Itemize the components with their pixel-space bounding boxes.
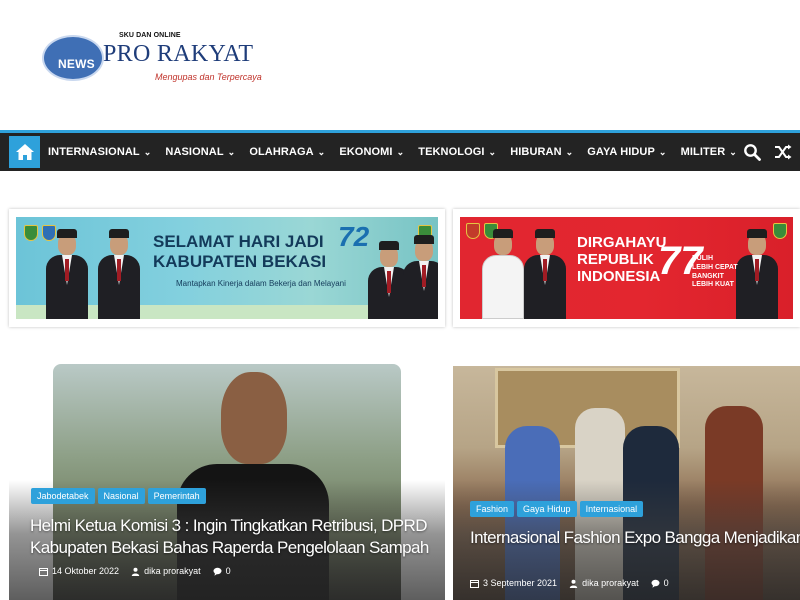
category-tag[interactable]: Nasional [97, 488, 145, 504]
category-tag[interactable]: Jabodetabek [31, 488, 95, 504]
article-author[interactable]: dika prorakyat [569, 578, 639, 588]
nav-item-gaya-hidup[interactable]: GAYA HIDUP ⌄ [587, 146, 666, 158]
nav-item-internasional[interactable]: INTERNASIONAL ⌄ [48, 146, 151, 158]
chevron-down-icon: ⌄ [143, 146, 152, 157]
emblem-icon [466, 223, 480, 239]
chevron-down-icon: ⌄ [317, 146, 326, 157]
category-tag[interactable]: Internasional [579, 501, 644, 517]
article-date[interactable]: 14 Oktober 2022 [39, 566, 119, 576]
category-tags: Fashion Gaya Hidup Internasional [470, 501, 646, 517]
banner-title: SELAMAT HARI JADI KABUPATEN BEKASI [153, 232, 326, 272]
nav-item-olahraga[interactable]: OLAHRAGA ⌄ [249, 146, 325, 158]
home-button[interactable] [9, 136, 40, 168]
logo-badge: NEWS [42, 35, 104, 81]
search-icon [744, 144, 761, 161]
article-author-name: dika prorakyat [144, 566, 201, 576]
chevron-down-icon: ⌄ [565, 146, 574, 157]
chevron-down-icon: ⌄ [729, 146, 737, 157]
logo-pretitle: SKU DAN ONLINE [119, 32, 181, 39]
logo-badge-text: NEWS [58, 57, 95, 71]
user-icon [569, 579, 578, 588]
calendar-icon [39, 567, 48, 576]
chevron-down-icon: ⌄ [658, 146, 667, 157]
category-tags: Jabodetabek Nasional Pemerintah [31, 488, 209, 504]
featured-article-card[interactable]: Jabodetabek Nasional Pemerintah Helmi Ke… [9, 364, 445, 600]
category-tag[interactable]: Gaya Hidup [517, 501, 577, 517]
banner-ad-hari-jadi[interactable]: SELAMAT HARI JADI KABUPATEN BEKASI 72 Ma… [9, 209, 445, 327]
nav-item-label: INTERNASIONAL [48, 146, 140, 158]
banner-title-line: INDONESIA [577, 268, 661, 285]
official-portrait [522, 229, 568, 319]
official-portrait [96, 229, 142, 319]
nav-item-label: EKONOMI [339, 146, 393, 158]
nav-item-label: TEKNOLOGI [418, 146, 485, 158]
banner-title-line: KABUPATEN BEKASI [153, 252, 327, 271]
nav-item-label: NASIONAL [165, 146, 224, 158]
official-portrait [44, 229, 90, 319]
logo-name: PRO RAKYAT [103, 41, 254, 67]
category-tag[interactable]: Fashion [470, 501, 515, 517]
site-logo[interactable]: NEWS SKU DAN ONLINE PRO RAKYAT Mengupas … [42, 32, 262, 88]
site-header: NEWS SKU DAN ONLINE PRO RAKYAT Mengupas … [0, 0, 800, 130]
logo-tagline: Mengupas dan Terpercaya [155, 72, 262, 82]
article-date[interactable]: 3 September 2021 [470, 578, 557, 588]
featured-article-card[interactable]: Fashion Gaya Hidup Internasional Interna… [453, 366, 800, 600]
official-portrait [480, 229, 526, 319]
home-icon [15, 144, 34, 160]
article-date-text: 3 September 2021 [483, 578, 558, 588]
banner-tagline: PULIH LEBIH CEPAT BANGKIT LEBIH KUAT [692, 255, 738, 289]
comment-icon [651, 579, 660, 588]
main-navigation: INTERNASIONAL ⌄ NASIONAL ⌄ OLAHRAGA ⌄ EKONO… [0, 130, 800, 171]
nav-item-label: GAYA HIDUP [587, 146, 655, 158]
nav-item-label: OLAHRAGA [249, 146, 314, 158]
category-tag[interactable]: Pemerintah [147, 488, 206, 504]
banner-title-line: REPUBLIK [577, 251, 654, 268]
banner-ad-image: DIRGAHAYU REPUBLIK INDONESIA 77 PULIH LE… [460, 217, 793, 319]
nav-item-teknologi[interactable]: TEKNOLOGI ⌄ [418, 146, 496, 158]
nav-item-nasional[interactable]: NASIONAL ⌄ [165, 146, 235, 158]
nav-item-hiburan[interactable]: HIBURAN ⌄ [510, 146, 573, 158]
article-meta: 14 Oktober 2022 dika prorakyat 0 [39, 566, 243, 576]
banner-title-line: DIRGAHAYU [577, 234, 667, 251]
banner-title-line: SELAMAT HARI JADI [153, 232, 324, 251]
calendar-icon [470, 579, 479, 588]
nav-menu: INTERNASIONAL ⌄ NASIONAL ⌄ OLAHRAGA ⌄ EKONO… [48, 133, 751, 171]
nav-item-label: HIBURAN [510, 146, 562, 158]
user-icon [131, 567, 140, 576]
banner-title: DIRGAHAYU REPUBLIK INDONESIA [577, 234, 666, 285]
nav-item-ekonomi[interactable]: EKONOMI ⌄ [339, 146, 404, 158]
anniversary-number: 72 [338, 221, 370, 252]
banner-ad-dirgahayu[interactable]: DIRGAHAYU REPUBLIK INDONESIA 77 PULIH LE… [453, 209, 800, 327]
emblem-icon [24, 225, 38, 241]
official-portrait [401, 235, 438, 319]
article-comment-count: 0 [663, 578, 669, 588]
comment-icon [213, 567, 222, 576]
article-date-text: 14 Oktober 2022 [52, 566, 120, 576]
chevron-down-icon: ⌄ [227, 146, 236, 157]
article-meta: 3 September 2021 dika prorakyat 0 [470, 578, 681, 588]
article-comments[interactable]: 0 [213, 566, 231, 576]
article-author-name: dika prorakyat [582, 578, 639, 588]
article-title[interactable]: Internasional Fashion Expo Bangga Menjad… [470, 527, 800, 549]
nav-item-militer[interactable]: MILITER ⌄ [681, 146, 737, 158]
nav-item-label: MILITER [680, 146, 726, 158]
article-comments[interactable]: 0 [651, 578, 669, 588]
random-post-button[interactable] [774, 143, 792, 161]
banner-subtitle: Mantapkan Kinerja dalam Bekerja dan Mela… [176, 279, 346, 288]
chevron-down-icon: ⌄ [488, 146, 497, 157]
search-button[interactable] [743, 143, 761, 161]
official-portrait [734, 229, 780, 319]
shuffle-icon [775, 144, 792, 160]
chevron-down-icon: ⌄ [396, 146, 405, 157]
banner-ad-image: SELAMAT HARI JADI KABUPATEN BEKASI 72 Ma… [16, 217, 438, 319]
article-comment-count: 0 [225, 566, 231, 576]
article-author[interactable]: dika prorakyat [131, 566, 201, 576]
article-title[interactable]: Helmi Ketua Komisi 3 : Ingin Tingkatkan … [30, 515, 440, 559]
